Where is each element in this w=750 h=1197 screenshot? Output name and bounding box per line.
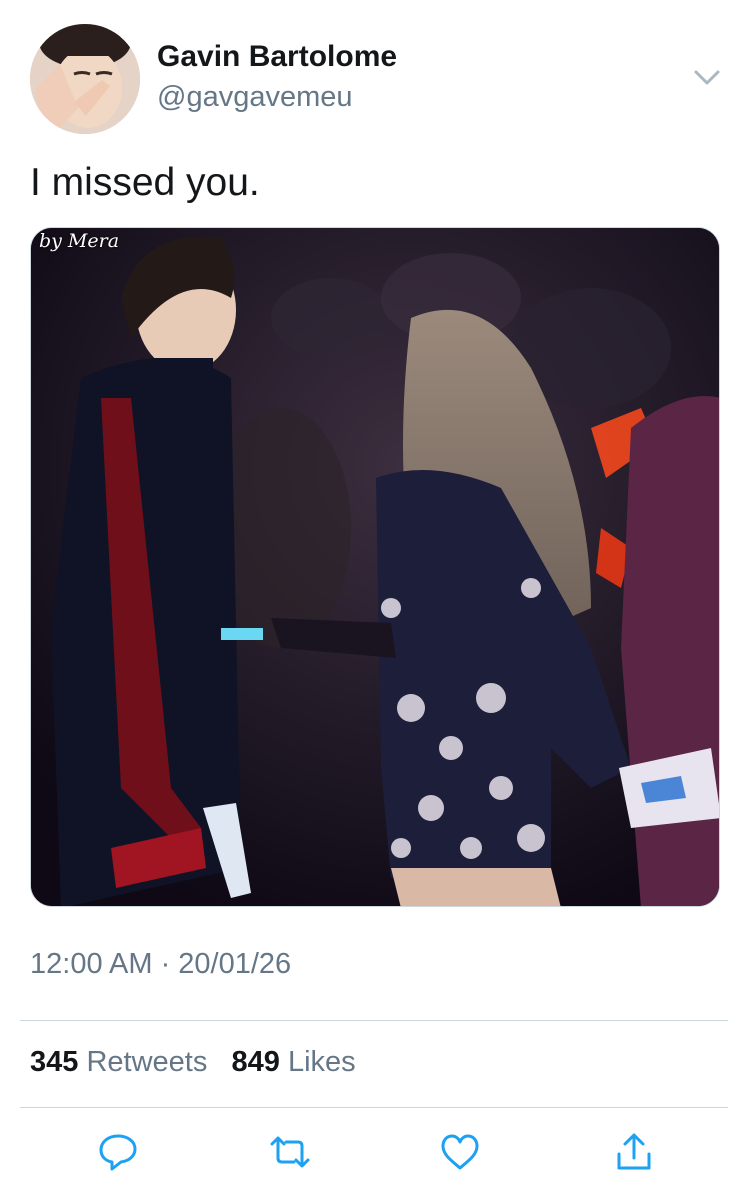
chevron-down-icon[interactable] bbox=[690, 64, 724, 92]
tweet-timestamp[interactable]: 12:00 AM · 20/01/26 bbox=[30, 948, 291, 981]
tweet-stats: 345 Retweets 849 Likes bbox=[30, 1046, 356, 1079]
divider bbox=[20, 1020, 728, 1021]
retweet-count: 345 bbox=[30, 1046, 79, 1078]
like-count: 849 bbox=[231, 1046, 280, 1078]
reply-icon[interactable] bbox=[96, 1130, 140, 1174]
retweets-stat[interactable]: 345 Retweets bbox=[30, 1046, 215, 1078]
retweet-label: Retweets bbox=[86, 1046, 208, 1078]
tweet-media[interactable]: by Mera bbox=[30, 227, 720, 907]
like-icon[interactable] bbox=[438, 1130, 482, 1174]
likes-stat[interactable]: 849 Likes bbox=[223, 1046, 356, 1078]
media-photo bbox=[31, 228, 719, 906]
retweet-icon[interactable] bbox=[268, 1130, 312, 1174]
display-name[interactable]: Gavin Bartolome bbox=[157, 40, 397, 74]
user-handle[interactable]: @gavgavemeu bbox=[157, 81, 353, 114]
media-watermark: by Mera bbox=[39, 230, 120, 252]
avatar-photo bbox=[30, 24, 140, 134]
like-label: Likes bbox=[287, 1046, 356, 1078]
tweet-text: I missed you. bbox=[30, 161, 260, 204]
share-icon[interactable] bbox=[612, 1130, 656, 1174]
divider bbox=[20, 1107, 728, 1108]
avatar[interactable] bbox=[30, 24, 140, 134]
